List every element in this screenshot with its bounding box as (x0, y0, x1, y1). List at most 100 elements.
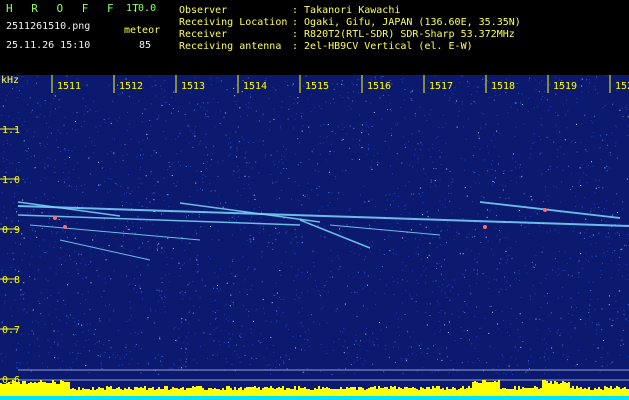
noise-speck (530, 216, 532, 218)
noise-speck (139, 287, 141, 289)
noise-speck (505, 289, 507, 290)
noise-speck (398, 326, 400, 328)
level-bar-segment (258, 387, 260, 396)
noise-speck (549, 165, 551, 167)
level-bar-segment (624, 387, 626, 396)
noise-speck (415, 354, 417, 356)
noise-speck (100, 296, 102, 298)
level-bar-segment (546, 381, 548, 396)
noise-speck (593, 344, 595, 346)
noise-speck (360, 248, 362, 250)
level-bar-segment (526, 388, 528, 396)
noise-speck (161, 290, 163, 292)
level-bar-segment (164, 386, 166, 396)
noise-speck (215, 327, 217, 329)
noise-speck (129, 333, 131, 335)
level-bar-segment (36, 383, 38, 396)
noise-speck (509, 285, 511, 287)
level-bar-segment (192, 386, 194, 396)
noise-speck (14, 196, 15, 198)
noise-speck (445, 142, 447, 144)
noise-speck (99, 355, 101, 357)
noise-speck (267, 246, 268, 248)
receiver-value: : R820T2(RTL-SDR) SDR-Sharp 53.372MHz (292, 29, 515, 40)
noise-speck (350, 364, 352, 365)
noise-speck (20, 289, 22, 291)
noise-speck (35, 320, 37, 322)
noise-speck (432, 280, 434, 282)
noise-speck (51, 225, 53, 227)
noise-speck (427, 216, 429, 218)
noise-speck (495, 207, 497, 209)
noise-speck (195, 230, 197, 231)
level-bar-segment (562, 381, 564, 396)
noise-speck (623, 309, 625, 311)
noise-speck (217, 230, 219, 232)
noise-speck (439, 353, 441, 355)
noise-speck (417, 162, 419, 164)
level-bar-segment (402, 389, 404, 396)
noise-speck (49, 267, 51, 269)
noise-speck (327, 205, 329, 207)
noise-speck (105, 259, 107, 261)
noise-speck (259, 342, 261, 344)
noise-speck (493, 99, 495, 101)
noise-speck (233, 304, 234, 306)
noise-speck (368, 200, 370, 202)
noise-speck (319, 135, 321, 137)
noise-speck (248, 162, 250, 164)
noise-speck (294, 98, 296, 100)
noise-speck (110, 347, 112, 349)
noise-speck (189, 282, 190, 284)
noise-speck (617, 290, 619, 292)
noise-speck (598, 147, 600, 149)
noise-speck (165, 138, 167, 140)
noise-speck (44, 167, 46, 169)
noise-speck (539, 82, 540, 84)
level-bar-segment (274, 389, 276, 396)
noise-speck (416, 370, 418, 372)
noise-speck (220, 330, 222, 332)
noise-speck (185, 165, 187, 167)
noise-speck (561, 181, 562, 183)
noise-speck (22, 309, 24, 311)
level-bar-segment (108, 387, 110, 396)
noise-speck (560, 317, 562, 319)
noise-speck (102, 246, 104, 248)
noise-speck (358, 158, 360, 160)
noise-speck (157, 300, 159, 302)
noise-speck (127, 187, 129, 189)
noise-speck (108, 340, 110, 341)
noise-speck (503, 170, 505, 172)
location-label: Receiving Location (179, 17, 288, 28)
noise-speck (268, 98, 270, 100)
noise-speck (609, 167, 610, 169)
noise-speck (330, 249, 332, 251)
noise-speck (271, 302, 273, 304)
noise-speck (212, 354, 214, 356)
noise-speck (612, 319, 614, 321)
noise-speck (549, 331, 551, 332)
noise-speck (200, 140, 201, 142)
noise-speck (133, 288, 135, 290)
noise-speck (76, 185, 77, 187)
noise-speck (601, 329, 603, 331)
level-bar-segment (16, 382, 18, 396)
level-bar-segment (182, 387, 184, 396)
noise-speck (147, 363, 149, 365)
noise-speck (165, 274, 167, 276)
noise-speck (366, 350, 368, 352)
noise-speck (388, 235, 390, 237)
level-bar-segment (212, 389, 214, 396)
noise-speck (38, 268, 40, 270)
noise-speck (279, 364, 280, 366)
level-bar-segment (278, 387, 280, 396)
noise-speck (328, 192, 330, 194)
noise-speck (498, 156, 500, 158)
noise-speck (397, 318, 399, 320)
noise-speck (299, 335, 301, 337)
noise-speck (69, 156, 71, 158)
noise-speck (552, 352, 554, 354)
noise-speck (194, 333, 196, 335)
noise-speck (585, 221, 587, 223)
